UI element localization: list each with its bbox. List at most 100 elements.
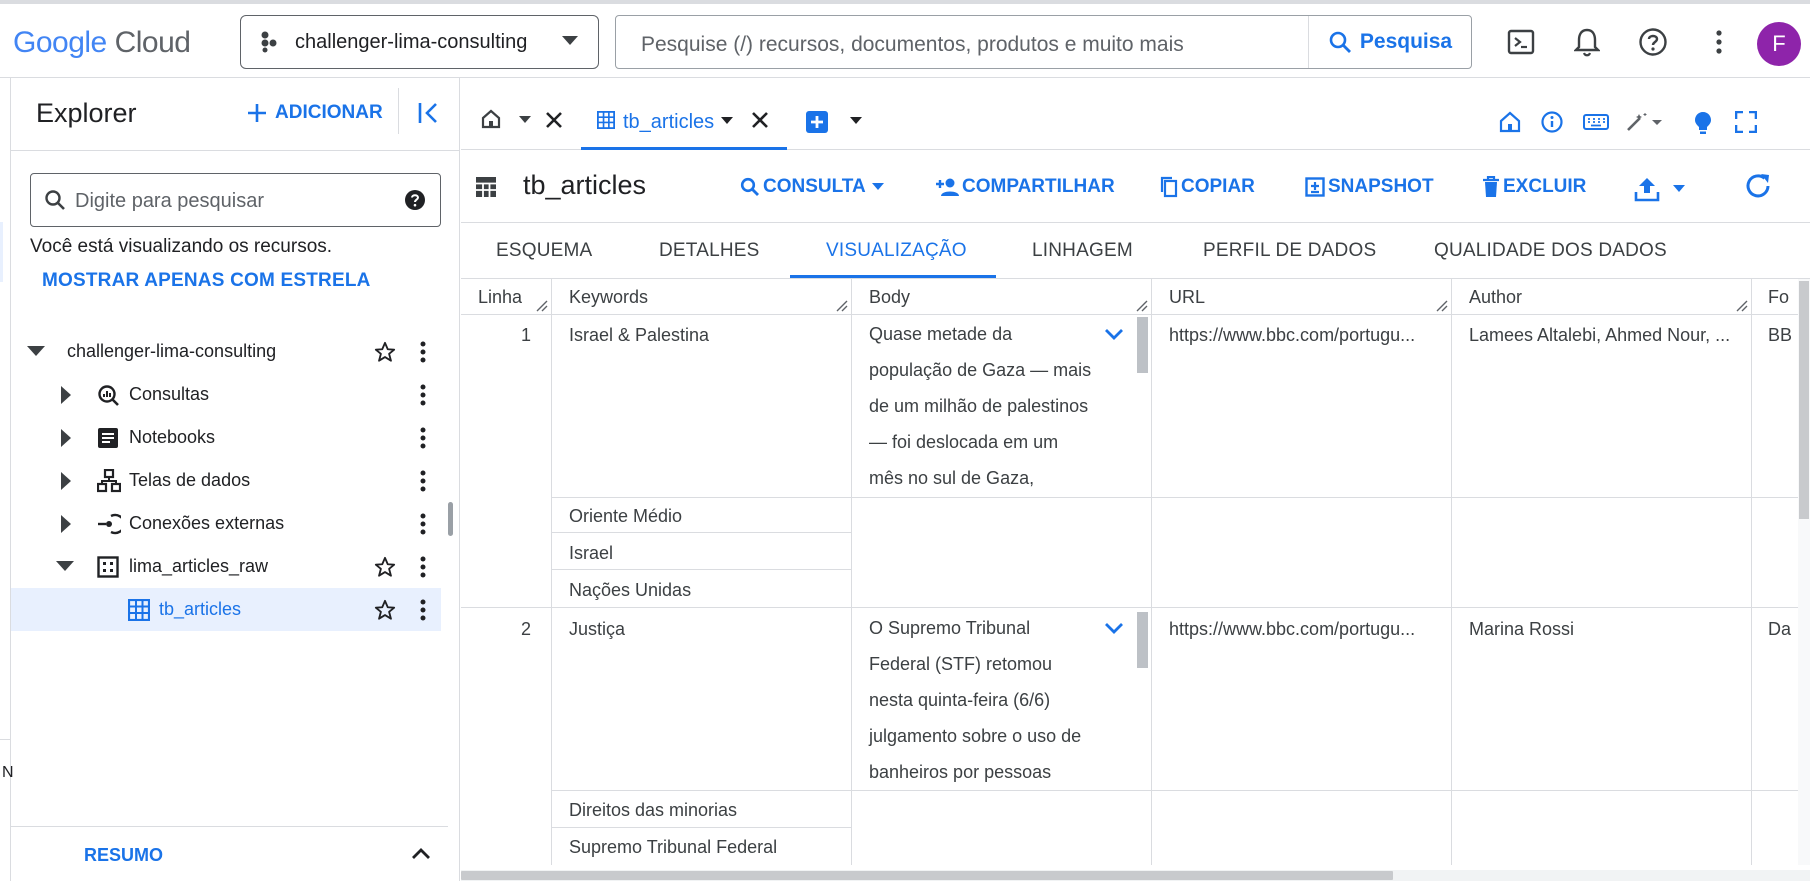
caret-right-icon[interactable]	[61, 471, 72, 490]
query-button[interactable]: CONSULTA	[740, 176, 887, 198]
lightbulb-icon[interactable]	[1694, 111, 1712, 135]
more-vert-icon[interactable]	[420, 427, 426, 449]
tree-item-table-selected[interactable]: tb_articles	[11, 588, 441, 631]
scrollbar-thumb[interactable]	[1799, 281, 1809, 519]
more-vert-icon[interactable]	[420, 513, 426, 535]
new-tab-icon[interactable]	[806, 111, 828, 133]
col-header-body[interactable]: Body	[869, 287, 910, 308]
tree-item-consultas[interactable]: Consultas	[11, 373, 441, 416]
more-vert-icon[interactable]	[420, 556, 426, 578]
search-input[interactable]: Pesquise (/) recursos, documentos, produ…	[641, 33, 1184, 57]
summary-section[interactable]: RESUMO	[11, 826, 448, 881]
help-icon[interactable]	[404, 189, 426, 211]
tab-tb-articles[interactable]: tb_articles	[581, 99, 787, 150]
resize-handle-icon[interactable]	[1136, 300, 1148, 312]
col-header-url[interactable]: URL	[1169, 287, 1205, 308]
chevron-up-icon[interactable]	[411, 847, 431, 860]
caret-down-icon[interactable]	[850, 117, 862, 125]
copy-button[interactable]: COPIAR	[1160, 176, 1255, 198]
col-header-fo[interactable]: Fo	[1768, 287, 1789, 308]
table-vertical-scrollbar[interactable]	[1798, 279, 1810, 865]
more-vert-icon[interactable]	[420, 599, 426, 621]
fullscreen-icon[interactable]	[1735, 111, 1757, 133]
explorer-search[interactable]: Digite para pesquisar	[30, 173, 441, 227]
star-icon[interactable]	[374, 556, 396, 578]
google-cloud-logo[interactable]: Google Cloud	[13, 26, 191, 60]
resize-handle-icon[interactable]	[1736, 300, 1748, 312]
col-header-author[interactable]: Author	[1469, 287, 1522, 308]
tree-item-telas-de-dados[interactable]: Telas de dados	[11, 459, 441, 502]
body-line: mês no sul de Gaza,	[869, 468, 1035, 488]
terminal-icon[interactable]	[1505, 26, 1537, 58]
more-vert-icon[interactable]	[420, 470, 426, 492]
caret-down-icon[interactable]	[519, 116, 531, 124]
col-header-linha[interactable]: Linha	[478, 287, 522, 308]
chevron-down-icon[interactable]	[1104, 328, 1124, 340]
snapshot-button[interactable]: SNAPSHOT	[1305, 176, 1434, 198]
chevron-down-icon[interactable]	[1104, 622, 1124, 634]
header-separator	[398, 88, 399, 134]
table-horizontal-scrollbar[interactable]	[461, 870, 1810, 881]
show-starred-link[interactable]: MOSTRAR APENAS COM ESTRELA	[42, 270, 371, 292]
avatar[interactable]: F	[1757, 22, 1801, 66]
scrollbar-thumb[interactable]	[461, 871, 1393, 880]
nav-divider	[0, 739, 10, 740]
delete-button[interactable]: EXCLUIR	[1482, 176, 1586, 198]
tab-data-quality[interactable]: QUALIDADE DOS DADOS	[1434, 240, 1667, 262]
home-icon[interactable]	[1499, 111, 1521, 133]
explorer-scrollbar[interactable]	[448, 502, 453, 536]
cell-scrollbar[interactable]	[1137, 317, 1148, 373]
resize-handle-icon[interactable]	[1436, 300, 1448, 312]
search-button[interactable]: Pesquisa	[1308, 16, 1471, 68]
subrow-divider	[551, 497, 1810, 498]
body-line: de um milhão de palestinos	[869, 396, 1089, 416]
tree-item-label: Telas de dados	[129, 470, 251, 490]
tab-lineage[interactable]: LINHAGEM	[1032, 240, 1133, 262]
table-icon	[475, 176, 497, 198]
resize-handle-icon[interactable]	[536, 300, 548, 312]
caret-right-icon[interactable]	[61, 428, 72, 447]
global-search[interactable]: Pesquise (/) recursos, documentos, produ…	[615, 15, 1472, 69]
more-vert-icon[interactable]	[420, 341, 426, 363]
help-icon[interactable]	[1637, 26, 1669, 58]
tab-data-profile[interactable]: PERFIL DE DADOS	[1203, 240, 1376, 262]
caret-down-icon[interactable]	[721, 117, 733, 125]
magic-wand-icon[interactable]	[1625, 111, 1665, 133]
keyboard-icon[interactable]	[1583, 114, 1609, 130]
tab-details[interactable]: DETALHES	[659, 240, 760, 262]
more-vert-icon[interactable]	[420, 384, 426, 406]
close-icon[interactable]	[545, 111, 563, 129]
star-icon[interactable]	[374, 341, 396, 363]
keyword-cell: Israel & Palestina	[569, 325, 710, 345]
refresh-icon[interactable]	[1743, 171, 1773, 201]
cell-scrollbar[interactable]	[1137, 612, 1148, 668]
share-button[interactable]: COMPARTILHAR	[935, 176, 1115, 198]
collapse-panel-icon[interactable]	[418, 102, 440, 124]
add-button[interactable]: ADICIONAR	[247, 102, 383, 124]
tab-preview[interactable]: VISUALIZAÇÃO	[826, 240, 967, 262]
col-header-keywords[interactable]: Keywords	[569, 287, 648, 308]
column-divider	[851, 279, 852, 865]
caret-right-icon[interactable]	[61, 385, 72, 404]
caret-down-icon[interactable]	[56, 561, 74, 572]
bell-icon[interactable]	[1571, 26, 1603, 58]
export-button[interactable]	[1634, 176, 1688, 202]
caret-down-icon[interactable]	[27, 346, 45, 357]
tree-item-conexoes-externas[interactable]: Conexões externas	[11, 502, 441, 545]
close-icon[interactable]	[751, 111, 769, 129]
table-icon	[597, 111, 615, 129]
star-icon[interactable]	[374, 599, 396, 621]
person-add-icon	[936, 178, 959, 196]
resize-handle-icon[interactable]	[836, 300, 848, 312]
tab-schema[interactable]: ESQUEMA	[496, 240, 592, 262]
info-icon[interactable]	[1541, 111, 1563, 133]
tree-item-dataset[interactable]: lima_articles_raw	[11, 545, 441, 588]
caret-right-icon[interactable]	[61, 514, 72, 533]
more-vert-icon[interactable]	[1703, 26, 1735, 58]
row-number: 1	[521, 325, 532, 345]
tree-item-notebooks[interactable]: Notebooks	[11, 416, 441, 459]
explorer-search-input[interactable]: Digite para pesquisar	[75, 190, 264, 213]
tree-project[interactable]: challenger-lima-consulting	[11, 330, 441, 373]
project-selector[interactable]: challenger-lima-consulting	[240, 15, 599, 69]
home-icon[interactable]	[481, 109, 501, 129]
